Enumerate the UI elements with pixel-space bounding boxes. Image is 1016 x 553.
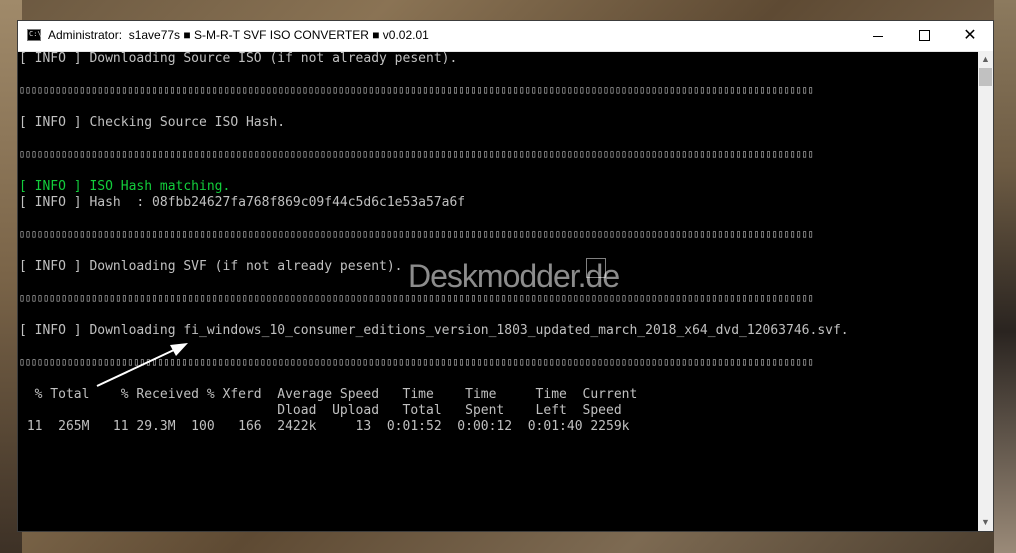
annotation-arrow-icon	[96, 343, 188, 387]
